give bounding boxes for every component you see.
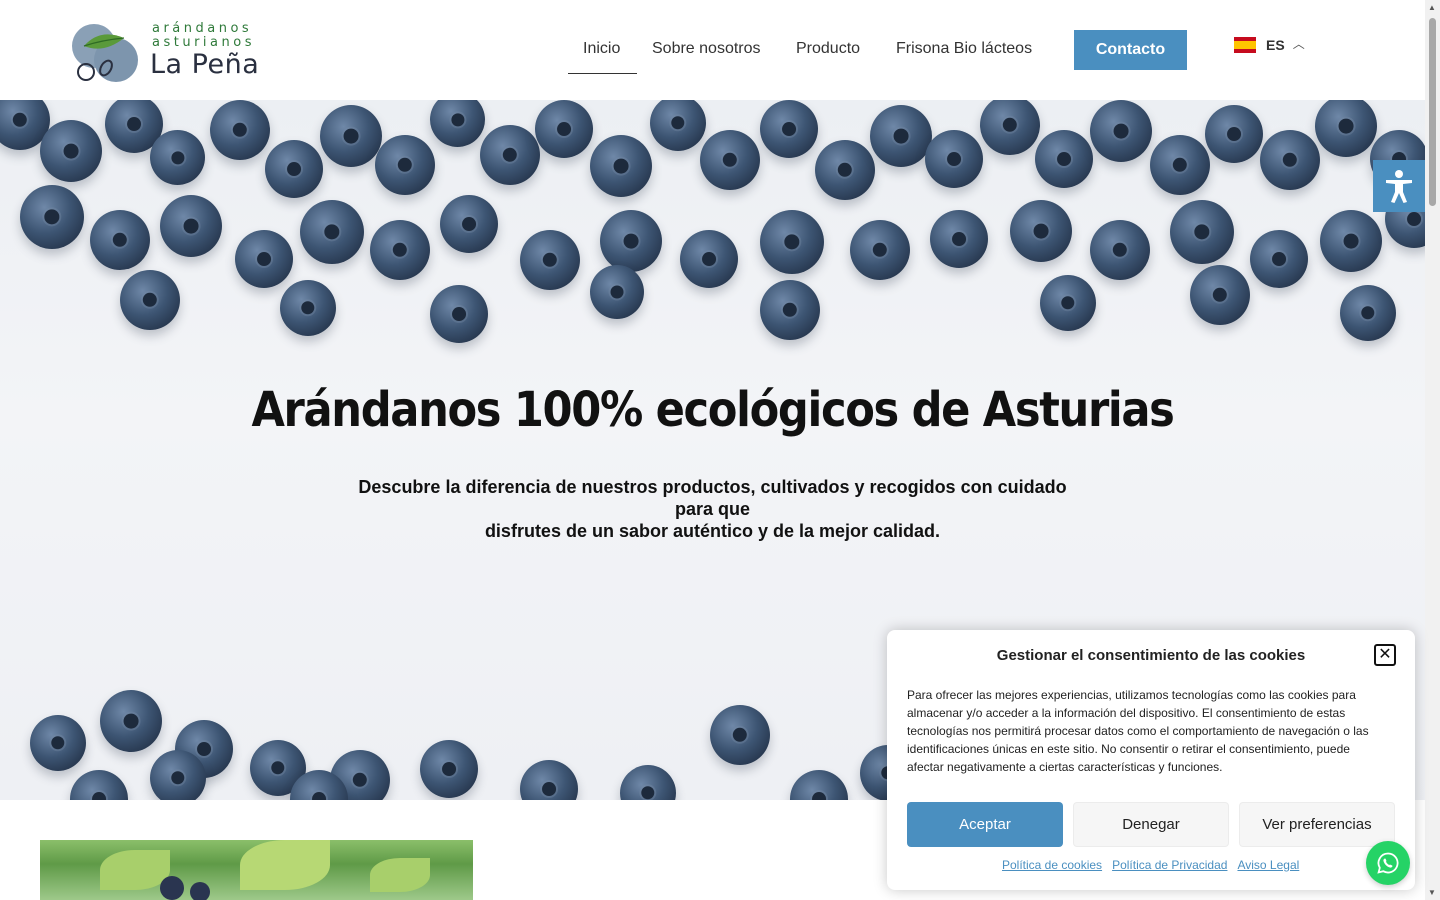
blueberry-decoration	[70, 770, 128, 800]
blueberry-decoration	[925, 130, 983, 188]
cookie-policy-link[interactable]: Política de cookies	[1002, 858, 1102, 872]
blueberry-decoration	[790, 770, 848, 800]
blueberry-decoration	[1010, 200, 1072, 262]
spain-flag-icon	[1234, 37, 1256, 53]
blueberry-decoration	[930, 210, 988, 268]
blueberry-decoration	[710, 705, 770, 765]
blueberry-decoration	[620, 765, 676, 800]
blueberry-decoration	[680, 230, 738, 288]
blueberry-decoration	[590, 265, 644, 319]
blueberry-decoration	[760, 280, 820, 340]
blueberry-decoration	[320, 105, 382, 167]
blueberry-decoration	[1315, 100, 1377, 157]
blueberry-decoration	[440, 195, 498, 253]
logo-icon	[72, 24, 138, 82]
language-switcher[interactable]: ES ︿	[1234, 37, 1305, 53]
deny-cookies-button[interactable]: Denegar	[1073, 802, 1229, 847]
blueberry-decoration	[535, 100, 593, 158]
blueberry-decoration	[150, 130, 205, 185]
cookie-preferences-button[interactable]: Ver preferencias	[1239, 802, 1395, 847]
blueberry-decoration	[980, 100, 1040, 155]
blueberry-decoration	[760, 100, 818, 158]
blueberry-decoration	[870, 105, 932, 167]
blueberry-decoration	[100, 690, 162, 752]
blueberry-decoration	[1090, 220, 1150, 280]
main-nav: Inicio Sobre nosotros Producto Frisona B…	[568, 30, 1051, 74]
blueberry-decoration	[150, 750, 206, 800]
hero-subtitle-line-2: disfrutes de un sabor auténtico y de la …	[484, 521, 941, 541]
scroll-down-icon[interactable]: ▼	[1428, 888, 1436, 897]
blueberry-decoration	[1250, 230, 1308, 288]
blueberry-decoration	[20, 185, 84, 249]
site-logo[interactable]: arándanos asturianos La Peña	[70, 16, 270, 84]
blueberry-decoration	[1150, 135, 1210, 195]
blueberry-decoration	[1340, 285, 1396, 341]
blueberry-decoration	[370, 220, 430, 280]
logo-name: La Peña	[150, 49, 260, 80]
page-scrollbar[interactable]: ▲ ▼	[1425, 0, 1440, 900]
logo-tagline-1: arándanos	[152, 21, 253, 36]
blueberry-decoration	[430, 100, 485, 147]
whatsapp-icon	[1377, 852, 1399, 874]
blueberry-decoration	[1170, 200, 1234, 264]
blueberry-decoration	[160, 195, 222, 257]
blueberry-decoration	[815, 140, 875, 200]
blueberry-decoration	[590, 135, 652, 197]
chevron-up-icon: ︿	[1292, 37, 1305, 51]
blueberry-decoration	[480, 125, 540, 185]
cookie-dialog-text: Para ofrecer las mejores experiencias, u…	[907, 688, 1369, 774]
blueberry-decoration	[1090, 100, 1152, 162]
nav-item-sobre-nosotros[interactable]: Sobre nosotros	[637, 30, 781, 74]
blueberry-decoration	[600, 210, 662, 272]
hero-subtitle: Descubre la diferencia de nuestros produ…	[340, 476, 1085, 542]
blueberry-decoration	[1205, 105, 1263, 163]
nav-item-frisona[interactable]: Frisona Bio lácteos	[881, 30, 1051, 74]
logo-tagline-2: asturianos	[152, 35, 255, 50]
nav-item-inicio[interactable]: Inicio	[568, 30, 637, 74]
scroll-thumb[interactable]	[1429, 18, 1436, 206]
blueberry-decoration	[430, 285, 488, 343]
blueberry-decoration	[700, 130, 760, 190]
blueberry-decoration	[210, 100, 270, 160]
blueberry-decoration	[265, 140, 323, 198]
privacy-policy-link[interactable]: Política de Privacidad	[1112, 858, 1227, 872]
blueberry-decoration	[650, 100, 706, 151]
blueberry-decoration	[90, 210, 150, 270]
close-icon[interactable]: ✕	[1374, 644, 1396, 666]
blueberry-bush-image	[40, 840, 473, 900]
blueberry-decoration	[520, 230, 580, 290]
scroll-up-icon[interactable]: ▲	[1428, 3, 1436, 12]
blueberry-decoration	[520, 760, 578, 800]
legal-notice-link[interactable]: Aviso Legal	[1237, 858, 1299, 872]
site-header: arándanos asturianos La Peña Inicio Sobr…	[0, 0, 1425, 100]
blueberry-decoration	[280, 280, 336, 336]
blueberry-decoration	[375, 135, 435, 195]
blueberry-decoration	[850, 220, 910, 280]
blueberry-decoration	[1190, 265, 1250, 325]
blueberry-decoration	[40, 120, 102, 182]
blueberry-decoration	[300, 200, 364, 264]
blueberry-decoration	[1035, 130, 1093, 188]
blueberry-decoration	[420, 740, 478, 798]
nav-item-producto[interactable]: Producto	[781, 30, 881, 74]
language-code: ES	[1266, 37, 1285, 53]
blueberry-decoration	[760, 210, 824, 274]
hero-subtitle-line-1: Descubre la diferencia de nuestros produ…	[358, 477, 1067, 519]
accept-cookies-button[interactable]: Aceptar	[907, 802, 1063, 847]
accessibility-button[interactable]	[1373, 160, 1425, 212]
cookie-dialog-title: Gestionar el consentimiento de las cooki…	[996, 647, 1306, 664]
blueberry-decoration	[235, 230, 293, 288]
blueberry-decoration	[1040, 275, 1096, 331]
blueberry-decoration	[120, 270, 180, 330]
cookie-policy-links: Política de cookies Política de Privacid…	[1002, 858, 1299, 872]
blueberry-decoration	[30, 715, 86, 771]
cookie-consent-dialog: Gestionar el consentimiento de las cooki…	[887, 630, 1415, 890]
blueberry-decoration	[1320, 210, 1382, 272]
hero-title: Arándanos 100% ecológicos de Asturias	[251, 382, 1174, 438]
blueberry-decoration	[1260, 130, 1320, 190]
accessibility-icon	[1386, 170, 1412, 203]
whatsapp-button[interactable]	[1366, 841, 1410, 885]
contact-button[interactable]: Contacto	[1074, 30, 1187, 70]
